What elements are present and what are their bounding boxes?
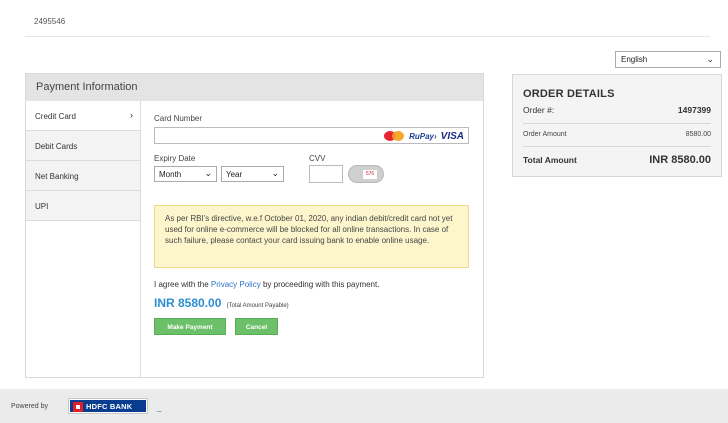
card-number-label: Card Number [154, 114, 203, 123]
mastercard-logo-icon [383, 131, 405, 141]
chevron-right-icon: › [130, 110, 133, 120]
footer: Powered by HDFC BANK _ [0, 389, 728, 423]
order-divider [523, 123, 711, 124]
tab-label: Credit Card [35, 112, 76, 121]
tab-credit-card[interactable]: Credit Card › [26, 101, 140, 131]
order-amount-value: 8580.00 [685, 131, 711, 138]
expiry-year-value: Year [226, 170, 243, 179]
payable-amount-note: (Total Amount Payable) [226, 303, 289, 309]
total-amount-row: Total Amount INR 8580.00 [523, 154, 711, 166]
order-number-row: Order #: 1497399 [523, 105, 711, 115]
payment-panel-title: Payment Information [26, 74, 483, 101]
payable-amount-value: INR 8580.00 [154, 296, 222, 310]
tab-net-banking[interactable]: Net Banking [26, 161, 140, 191]
chevron-down-icon: ⌄ [271, 168, 279, 178]
card-brand-logos: RuPay› VISA [383, 130, 464, 142]
payable-amount: INR 8580.00 (Total Amount Payable) [154, 296, 289, 310]
language-select-value: English [621, 55, 648, 64]
cvv-input[interactable] [309, 165, 343, 183]
payment-method-tabs: Credit Card › Debit Cards Net Banking UP… [26, 101, 141, 377]
cancel-button[interactable]: Cancel [235, 318, 278, 335]
cvv-hint: 576 [363, 170, 377, 179]
total-amount-label: Total Amount [523, 155, 577, 165]
cvv-label: CVV [309, 154, 326, 163]
footer-link[interactable]: _ [157, 403, 161, 412]
card-number-input[interactable]: RuPay› VISA [154, 127, 469, 144]
privacy-agreement: I agree with the Privacy Policy by proce… [154, 280, 379, 289]
rupay-logo: RuPay› [409, 131, 437, 141]
cvv-card-icon: 576 [348, 165, 384, 183]
page-id: 2495546 [34, 17, 66, 26]
order-amount-row: Order Amount 8580.00 [523, 131, 711, 138]
make-payment-button[interactable]: Make Payment [154, 318, 226, 335]
agree-suffix: by proceeding with this payment. [260, 280, 380, 289]
powered-by-text: Powered by [11, 403, 48, 410]
tab-label: Debit Cards [35, 142, 78, 151]
header-divider [25, 36, 710, 37]
chevron-down-icon: ⌄ [204, 168, 212, 178]
rbi-notice: As per RBI's directive, w.e.f October 01… [154, 205, 469, 268]
hdfc-logo-text: HDFC BANK [86, 402, 133, 411]
order-amount-label: Order Amount [523, 131, 567, 138]
expiry-year-select[interactable]: Year ⌄ [221, 166, 284, 182]
order-number-value: 1497399 [677, 105, 711, 115]
expiry-month-value: Month [159, 170, 182, 179]
tab-upi[interactable]: UPI [26, 191, 140, 221]
payment-panel: Payment Information Credit Card › Debit … [25, 73, 484, 378]
total-amount-value: INR 8580.00 [649, 154, 711, 166]
order-divider [523, 146, 711, 147]
agree-prefix: I agree with the [154, 280, 211, 289]
chevron-down-icon: ⌄ [706, 54, 714, 64]
tab-label: Net Banking [35, 172, 79, 181]
order-details-panel: ORDER DETAILS Order #: 1497399 Order Amo… [512, 74, 722, 177]
language-select[interactable]: English ⌄ [615, 51, 721, 68]
tab-label: UPI [35, 202, 49, 211]
hdfc-logo-icon [73, 402, 83, 412]
visa-logo: VISA [440, 130, 464, 142]
expiry-month-select[interactable]: Month ⌄ [154, 166, 217, 182]
privacy-policy-link[interactable]: Privacy Policy [211, 280, 261, 289]
hdfc-bank-logo: HDFC BANK [68, 398, 148, 414]
order-number-label: Order #: [523, 105, 555, 115]
expiry-date-label: Expiry Date [154, 154, 196, 163]
tab-debit-cards[interactable]: Debit Cards [26, 131, 140, 161]
order-details-title: ORDER DETAILS [523, 88, 615, 100]
